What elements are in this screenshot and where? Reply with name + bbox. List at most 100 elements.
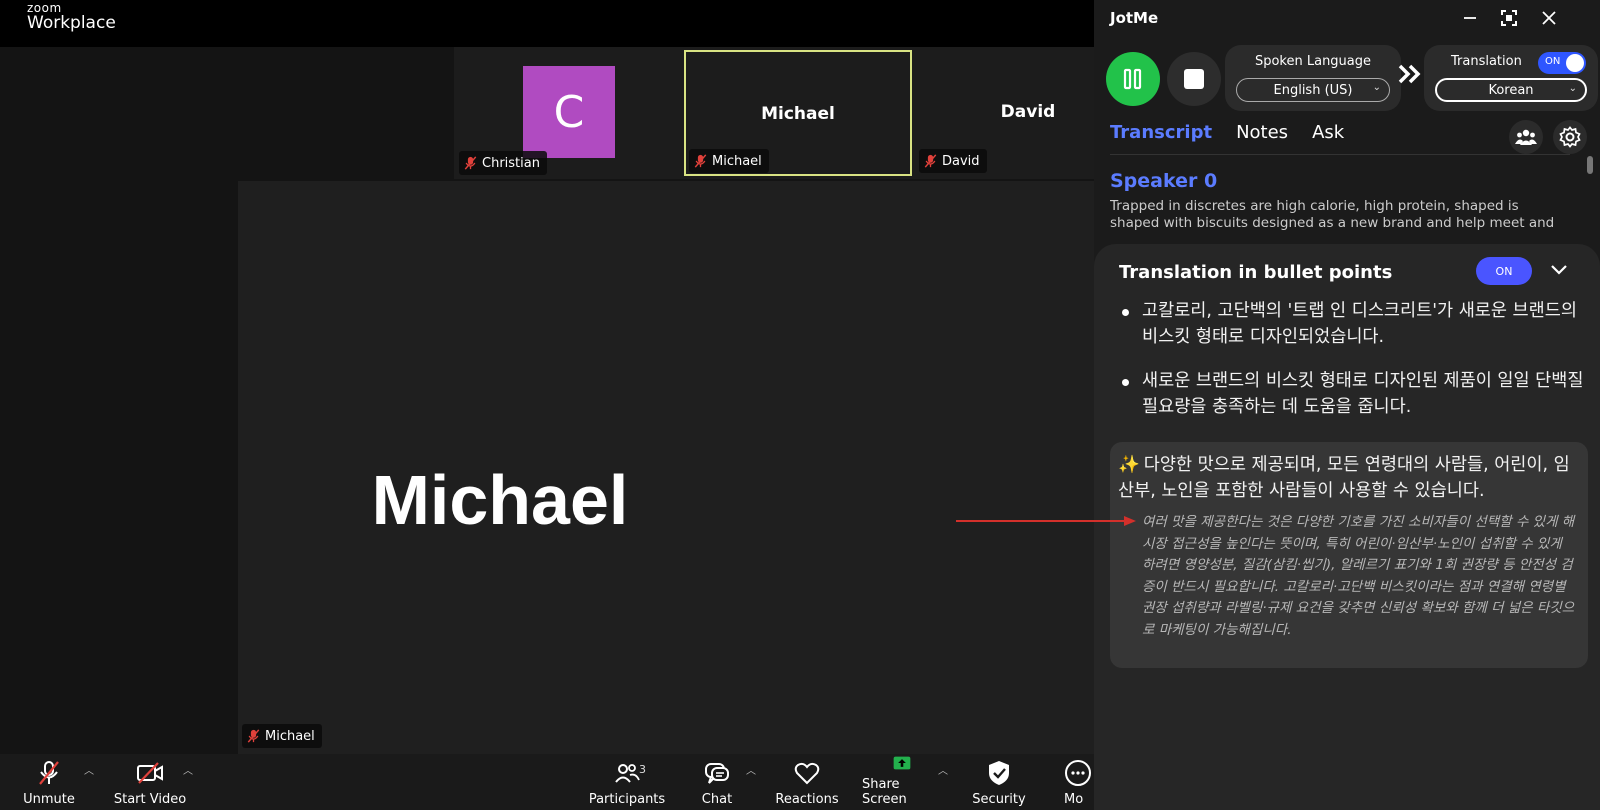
muted-mic-icon: [247, 729, 260, 743]
insight-body: 다양한 맛으로 제공되며, 모든 연령대의 사람들, 어린이, 임산부, 노인을…: [1118, 455, 1570, 501]
speaker-label: Speaker 0: [1110, 170, 1218, 192]
unmute-label: Unmute: [23, 792, 75, 807]
participants-label: Participants: [588, 792, 666, 807]
shield-icon: [989, 761, 1009, 785]
meeting-toolbar: Unmute ︿ Start Video ︿ Participants 3 Ch…: [0, 754, 1094, 810]
translation-sheet: Translation in bullet points ON 고칼로리, 고단…: [1094, 244, 1600, 810]
share-screen-button[interactable]: Share Screen: [862, 754, 942, 810]
share-screen-icon: [893, 756, 911, 770]
insight-text: ✨ 다양한 맛으로 제공되며, 모든 연령대의 사람들, 어린이, 임산부, 노인…: [1118, 452, 1578, 504]
gear-icon: [1559, 126, 1581, 148]
app-title: JotMe: [1110, 9, 1159, 27]
muted-mic-icon: [39, 761, 59, 785]
translation-box: Translation ON Korean ⌄: [1424, 45, 1598, 111]
participant-name-tag: David: [919, 149, 987, 173]
transcript-text: Trapped in discretes are high calorie, h…: [1110, 198, 1555, 232]
security-button[interactable]: Security: [968, 754, 1030, 810]
chat-button[interactable]: Chat: [692, 754, 742, 810]
participant-label: David: [942, 153, 980, 169]
muted-mic-icon: [924, 154, 937, 168]
sheet-title: Translation in bullet points: [1119, 262, 1393, 283]
transcript-scrollbar[interactable]: [1587, 156, 1593, 174]
chevron-down-icon: ⌄: [1372, 82, 1381, 93]
bullet-item: 고칼로리, 고단백의 '트랩 인 디스크리트'가 새로운 브랜드의 비스킷 형태…: [1116, 298, 1584, 350]
close-button[interactable]: [1536, 6, 1562, 30]
chat-options-caret[interactable]: ︿: [746, 762, 756, 777]
more-icon: [1065, 760, 1091, 786]
zoom-window: zoom Workplace C Christian Michael Micha…: [0, 0, 1142, 810]
avatar: C: [523, 66, 615, 158]
close-icon: [1542, 11, 1556, 25]
chat-label: Chat: [701, 792, 733, 807]
more-button[interactable]: Mo: [1064, 754, 1094, 810]
spoken-language-box: Spoken Language English (US) ⌄: [1225, 45, 1401, 111]
video-off-icon: [137, 762, 163, 784]
minimize-icon: [1464, 17, 1476, 19]
bullet-item: 새로운 브랜드의 비스킷 형태로 디자인된 제품이 일일 단백질 필요량을 충족…: [1116, 368, 1584, 420]
sparkle-icon: ✨: [1118, 455, 1140, 475]
active-speaker-name: Michael: [371, 461, 629, 539]
participant-label: Christian: [482, 155, 540, 171]
start-video-button[interactable]: Start Video: [112, 754, 188, 810]
translation-toggle-text: ON: [1545, 56, 1561, 67]
share-options-caret[interactable]: ︿: [938, 762, 948, 777]
translation-toggle[interactable]: ON: [1538, 52, 1586, 74]
pause-icon: [1123, 68, 1142, 90]
video-options-caret[interactable]: ︿: [183, 762, 193, 777]
bullet-translation-toggle[interactable]: ON: [1476, 257, 1532, 285]
chevron-down-icon: [1551, 265, 1567, 275]
double-arrow-icon: [1398, 63, 1424, 91]
insight-note: 여러 맛을 제공한다는 것은 다양한 기호를 가진 소비자들이 선택할 수 있게…: [1142, 514, 1575, 638]
spoken-language-label: Spoken Language: [1254, 54, 1372, 69]
chat-icon: [705, 763, 729, 784]
recording-controls: Spoken Language English (US) ⌄ Translati…: [1106, 45, 1598, 111]
speaker-name-tag: Michael: [242, 724, 322, 748]
heart-icon: [794, 762, 820, 785]
stop-button[interactable]: [1167, 52, 1221, 106]
tab-divider: [1110, 154, 1570, 155]
chevron-down-icon: ⌄: [1568, 83, 1577, 94]
fullscreen-button[interactable]: [1496, 6, 1522, 30]
jotme-panel: JotMe Spoken Language English (US) ⌄ Tra…: [1094, 0, 1600, 810]
participant-tile-michael[interactable]: Michael Michael: [684, 50, 912, 176]
participant-name-tag: Michael: [689, 149, 769, 173]
participant-name-tag: Christian: [459, 151, 547, 175]
unmute-button[interactable]: Unmute: [18, 754, 80, 810]
speakers-button[interactable]: [1509, 120, 1543, 154]
bullet-list: 고칼로리, 고단백의 '트랩 인 디스크리트'가 새로운 브랜드의 비스킷 형태…: [1116, 298, 1584, 438]
expand-icon: [1501, 10, 1517, 26]
pause-button[interactable]: [1106, 52, 1160, 106]
participant-name: Michael: [761, 104, 835, 124]
participant-label: Michael: [712, 153, 762, 169]
participant-tile-christian[interactable]: C Christian: [454, 50, 682, 176]
people-icon: [1515, 129, 1537, 145]
settings-button[interactable]: [1553, 120, 1587, 154]
tab-transcript[interactable]: Transcript: [1110, 122, 1212, 152]
security-label: Security: [972, 792, 1026, 807]
translation-label: Translation: [1451, 54, 1522, 69]
reactions-label: Reactions: [775, 792, 839, 807]
spoken-language-select[interactable]: English (US) ⌄: [1236, 78, 1390, 102]
zoom-logo: zoom Workplace: [27, 2, 116, 32]
audio-options-caret[interactable]: ︿: [84, 762, 94, 777]
tab-notes[interactable]: Notes: [1236, 122, 1288, 152]
share-screen-label: Share Screen: [862, 777, 907, 807]
translation-language-select[interactable]: Korean ⌄: [1435, 78, 1587, 102]
speaker-tag-label: Michael: [265, 728, 315, 744]
participants-icon: [615, 764, 640, 783]
start-video-label: Start Video: [113, 792, 187, 807]
more-label: Mo: [1064, 792, 1084, 807]
translation-language-value: Korean: [1488, 82, 1534, 98]
collapse-button[interactable]: [1546, 257, 1572, 283]
brand-large: Workplace: [27, 13, 116, 33]
participant-count: 3: [639, 763, 646, 776]
minimize-button[interactable]: [1457, 6, 1483, 30]
participants-button[interactable]: Participants: [588, 754, 666, 810]
muted-mic-icon: [464, 156, 477, 170]
thumbnail-strip: C Christian Michael Michael David David: [454, 47, 1142, 179]
tab-ask[interactable]: Ask: [1312, 122, 1344, 152]
toggle-knob: [1566, 54, 1584, 72]
reactions-button[interactable]: Reactions: [774, 754, 840, 810]
stop-icon: [1184, 69, 1204, 89]
spoken-language-value: English (US): [1273, 82, 1353, 98]
